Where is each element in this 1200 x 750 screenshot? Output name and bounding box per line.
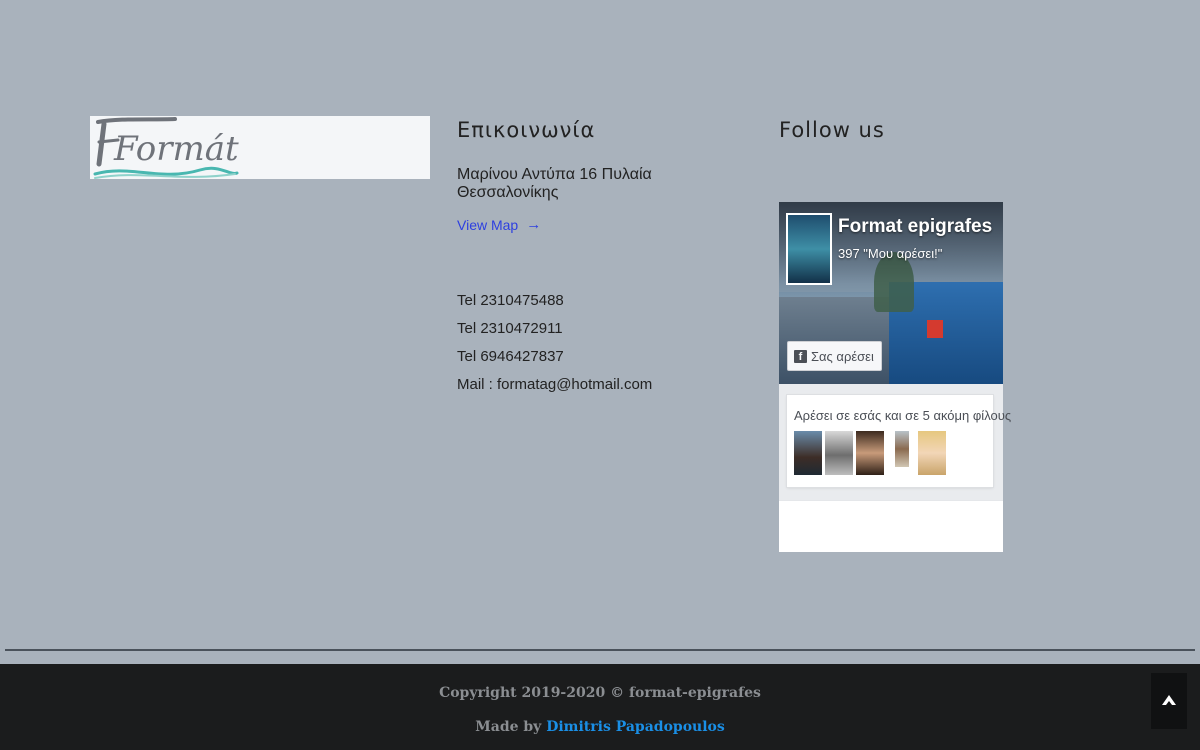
facebook-friends-box: Αρέσει σε εσάς και σε 5 ακόμη φίλους bbox=[787, 395, 1012, 487]
facebook-page-widget[interactable]: Format epigrafes 397 "Μου αρέσει!" f Σας… bbox=[779, 202, 1012, 552]
facebook-icon: f bbox=[794, 349, 807, 363]
author-link[interactable]: Dimitris Papadopoulos bbox=[546, 719, 725, 735]
phone-1: Tel 2310475488 bbox=[457, 291, 564, 309]
contact-title: Επικοινωνία bbox=[457, 118, 596, 142]
facebook-likes-count: 397 "Μου αρέσει!" bbox=[838, 246, 943, 261]
email-text: Mail : formatag@hotmail.com bbox=[457, 375, 653, 393]
avatar[interactable] bbox=[918, 431, 946, 475]
footer-divider bbox=[5, 649, 1195, 651]
page: Formát Επικοινωνία Μαρίνου Αντύπα 16 Πυλ… bbox=[0, 0, 1200, 750]
made-by-text: Made by Dimitris Papadopoulos bbox=[0, 719, 1200, 735]
contact-details: Tel 2310475488 Tel 2310472911 Tel 694642… bbox=[457, 287, 757, 399]
view-map-label: View Map bbox=[457, 216, 519, 233]
avatar[interactable] bbox=[895, 431, 909, 467]
footer: Copyright 2019-2020 © format-epigrafes M… bbox=[0, 664, 1200, 750]
follow-title: Follow us bbox=[779, 118, 885, 142]
format-logo[interactable]: Formát bbox=[90, 116, 430, 179]
view-map-link[interactable]: View Map → bbox=[457, 216, 541, 233]
facebook-page-thumbnail[interactable] bbox=[786, 213, 832, 285]
arrow-right-icon: → bbox=[526, 216, 542, 233]
logo-text: Formát bbox=[113, 129, 239, 169]
made-by-prefix: Made by bbox=[475, 719, 547, 735]
scroll-to-top-button[interactable] bbox=[1151, 673, 1187, 729]
logo-graphic: Formát bbox=[93, 117, 239, 179]
friends-avatars bbox=[794, 431, 986, 475]
chevron-up-icon bbox=[1162, 695, 1176, 705]
like-button-label: Σας αρέσει bbox=[811, 348, 874, 364]
friends-like-text: Αρέσει σε εσάς και σε 5 ακόμη φίλους bbox=[794, 408, 1012, 423]
avatar[interactable] bbox=[825, 431, 853, 475]
phone-3: Tel 6946427837 bbox=[457, 347, 564, 365]
copyright-text: Copyright 2019-2020 © format-epigrafes bbox=[439, 685, 761, 701]
avatar[interactable] bbox=[794, 431, 822, 475]
facebook-page-name[interactable]: Format epigrafes bbox=[838, 216, 992, 238]
facebook-like-button[interactable]: f Σας αρέσει bbox=[787, 341, 882, 371]
contact-section: Επικοινωνία Μαρίνου Αντύπα 16 Πυλαία Θεσ… bbox=[457, 118, 757, 399]
address-text: Μαρίνου Αντύπα 16 Πυλαία Θεσσαλονίκης bbox=[457, 166, 652, 201]
phone-2: Tel 2310472911 bbox=[457, 319, 563, 337]
facebook-cover-photo[interactable]: Format epigrafes 397 "Μου αρέσει!" f Σας… bbox=[779, 202, 1003, 384]
avatar[interactable] bbox=[856, 431, 884, 475]
follow-section: Follow us bbox=[779, 118, 885, 142]
